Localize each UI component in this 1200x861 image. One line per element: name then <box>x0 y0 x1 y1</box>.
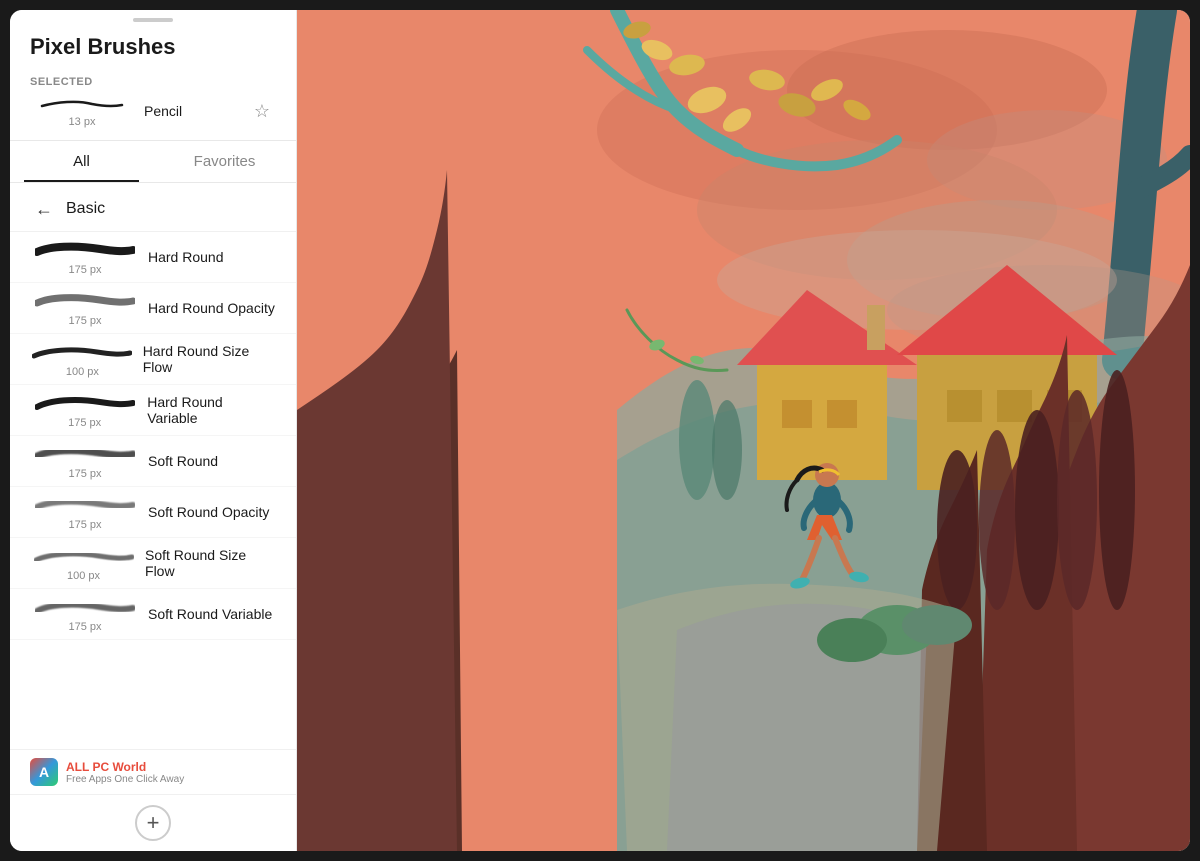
brush-stroke-soft-round-variable <box>35 595 135 619</box>
ad-text: ALL PC World Free Apps One Click Away <box>66 760 184 785</box>
brush-preview-soft-round-size-flow: 100 px <box>30 544 137 582</box>
selected-brush-size: 13 px <box>69 116 96 128</box>
brush-name-hard-round-opacity: Hard Round Opacity <box>148 300 275 316</box>
favorite-button[interactable]: ☆ <box>248 97 276 125</box>
brush-stroke-hard-round-variable <box>35 391 135 415</box>
tabs-row: All Favorites <box>10 141 296 183</box>
brush-name-soft-round: Soft Round <box>148 453 218 469</box>
brush-stroke-hard-round <box>35 238 135 262</box>
brush-item-hard-round-size-flow[interactable]: 100 px Hard Round Size Flow <box>10 334 296 385</box>
tab-favorites[interactable]: Favorites <box>153 141 296 182</box>
selected-label: SELECTED <box>30 76 276 88</box>
brush-item-hard-round-opacity[interactable]: 175 px Hard Round Opacity <box>10 283 296 334</box>
ad-icon: A <box>30 758 58 786</box>
brush-preview-hard-round: 175 px <box>30 238 140 276</box>
sidebar: Pixel Brushes SELECTED 13 px Pencil ☆ <box>10 10 297 851</box>
brush-size-soft-round-size-flow: 100 px <box>67 570 100 582</box>
brush-preview-hard-round-variable: 175 px <box>30 391 139 429</box>
brush-stroke-soft-round <box>35 442 135 466</box>
brush-stroke-hard-round-opacity <box>35 289 135 313</box>
brush-name-hard-round: Hard Round <box>148 249 224 265</box>
app-container: Pixel Brushes SELECTED 13 px Pencil ☆ <box>10 10 1190 851</box>
brush-item-soft-round[interactable]: 175 px Soft Round <box>10 436 296 487</box>
app-title: Pixel Brushes <box>30 34 276 60</box>
selected-brush-stroke <box>37 94 127 114</box>
selected-section: SELECTED 13 px Pencil ☆ <box>10 70 296 141</box>
ad-title: ALL PC World <box>66 760 184 774</box>
tab-all[interactable]: All <box>10 141 153 182</box>
add-button-row: + <box>10 794 296 851</box>
canvas-area[interactable] <box>297 10 1190 851</box>
brush-name-soft-round-size-flow: Soft Round Size Flow <box>145 547 276 579</box>
brush-stroke-hard-round-size-flow <box>32 340 132 364</box>
brush-item-hard-round[interactable]: 175 px Hard Round <box>10 232 296 283</box>
brush-size-soft-round-opacity: 175 px <box>68 519 101 531</box>
selected-brush-row: 13 px Pencil ☆ <box>30 94 276 128</box>
brush-size-soft-round: 175 px <box>68 468 101 480</box>
brush-list: 175 px Hard Round 175 px Hard Round Opac… <box>10 232 296 749</box>
brush-preview-soft-round-opacity: 175 px <box>30 493 140 531</box>
brush-size-hard-round-opacity: 175 px <box>68 315 101 327</box>
add-brush-button[interactable]: + <box>135 805 171 841</box>
brush-list-title: Basic <box>66 200 105 218</box>
brush-preview-hard-round-size-flow: 100 px <box>30 340 135 378</box>
brush-size-soft-round-variable: 175 px <box>68 621 101 633</box>
brush-size-hard-round-size-flow: 100 px <box>66 366 99 378</box>
brush-name-hard-round-size-flow: Hard Round Size Flow <box>143 343 276 375</box>
brush-preview-soft-round: 175 px <box>30 442 140 480</box>
sidebar-header: Pixel Brushes <box>10 22 296 70</box>
brush-name-soft-round-opacity: Soft Round Opacity <box>148 504 269 520</box>
brush-size-hard-round: 175 px <box>68 264 101 276</box>
brush-item-soft-round-size-flow[interactable]: 100 px Soft Round Size Flow <box>10 538 296 589</box>
brush-size-hard-round-variable: 175 px <box>68 417 101 429</box>
brush-preview-hard-round-opacity: 175 px <box>30 289 140 327</box>
selected-brush-name: Pencil <box>134 103 248 119</box>
brush-item-soft-round-opacity[interactable]: 175 px Soft Round Opacity <box>10 487 296 538</box>
ad-area: A ALL PC World Free Apps One Click Away <box>10 749 296 794</box>
brush-preview-soft-round-variable: 175 px <box>30 595 140 633</box>
selected-brush-preview: 13 px <box>30 94 134 128</box>
brush-item-hard-round-variable[interactable]: 175 px Hard Round Variable <box>10 385 296 436</box>
ad-subtitle: Free Apps One Click Away <box>66 774 184 785</box>
brush-stroke-soft-round-opacity <box>35 493 135 517</box>
brush-stroke-soft-round-size-flow <box>34 544 134 568</box>
brush-name-soft-round-variable: Soft Round Variable <box>148 606 272 622</box>
back-button[interactable]: ← <box>30 195 58 223</box>
brush-list-header: ← Basic <box>10 183 296 232</box>
brush-name-hard-round-variable: Hard Round Variable <box>147 394 276 426</box>
brush-item-soft-round-variable[interactable]: 175 px Soft Round Variable <box>10 589 296 640</box>
